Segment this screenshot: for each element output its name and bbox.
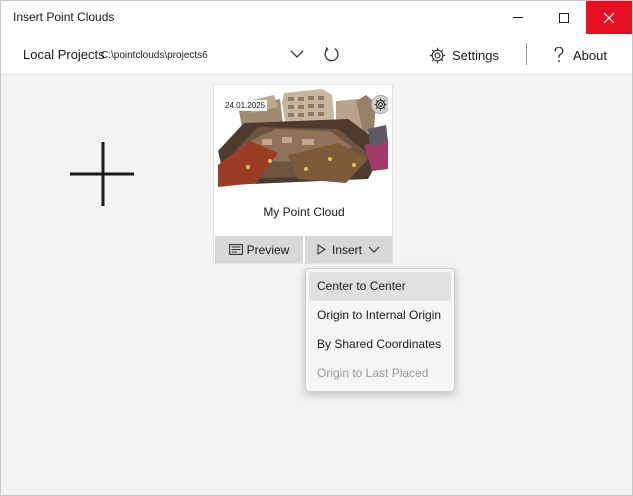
refresh-icon: [324, 46, 339, 61]
menu-item-origin-to-last-placed: Origin to Last Placed: [317, 366, 429, 380]
settings-button[interactable]: Settings: [429, 44, 499, 66]
gear-icon: [374, 98, 387, 111]
maximize-button[interactable]: [541, 1, 587, 34]
app-window: Insert Point Clouds Local Projects C:\po…: [0, 0, 633, 496]
chevron-down-icon: [290, 50, 304, 58]
minimize-button[interactable]: [495, 1, 541, 34]
title-bar: Insert Point Clouds: [1, 1, 632, 34]
add-point-cloud-button[interactable]: [63, 136, 143, 214]
insert-options-menu: Center to Center Origin to Internal Orig…: [305, 268, 455, 392]
preview-icon: [228, 244, 243, 255]
toolbar-divider: [526, 43, 527, 65]
preview-button[interactable]: Preview: [215, 236, 303, 263]
point-cloud-card[interactable]: 24.01.2025 My Point Cloud Preview Insert: [213, 84, 393, 264]
point-cloud-thumbnail: 24.01.2025: [218, 89, 388, 189]
close-icon: [603, 12, 615, 23]
about-label: About: [573, 47, 607, 63]
maximize-icon: [559, 12, 569, 23]
window-title: Insert Point Clouds: [13, 10, 115, 24]
project-dropdown-button[interactable]: [287, 44, 307, 64]
card-date: 24.01.2025: [223, 100, 268, 111]
preview-label: Preview: [246, 242, 290, 257]
plus-icon: [70, 142, 134, 206]
about-button[interactable]: About: [554, 44, 607, 66]
refresh-button[interactable]: [320, 43, 342, 65]
card-settings-button[interactable]: [371, 95, 388, 114]
menu-item-center-to-center[interactable]: Center to Center: [309, 272, 451, 301]
close-button[interactable]: [586, 1, 632, 34]
menu-item-by-shared-coordinates[interactable]: By Shared Coordinates: [306, 330, 454, 359]
toolbar: Local Projects C:\pointclouds\projects6 …: [1, 34, 632, 75]
settings-label: Settings: [452, 47, 499, 63]
play-icon: [317, 244, 326, 255]
menu-item-origin-to-internal-origin[interactable]: Origin to Internal Origin: [306, 301, 454, 330]
card-title: My Point Cloud: [263, 205, 345, 219]
minimize-icon: [513, 17, 523, 18]
project-path: C:\pointclouds\projects6: [101, 50, 208, 61]
insert-button[interactable]: Insert: [305, 236, 392, 263]
question-mark-icon: [554, 47, 564, 63]
project-location-label: Local Projects: [23, 47, 105, 62]
gear-icon: [429, 47, 446, 63]
chevron-down-icon: [368, 246, 380, 253]
insert-label: Insert: [331, 242, 362, 257]
